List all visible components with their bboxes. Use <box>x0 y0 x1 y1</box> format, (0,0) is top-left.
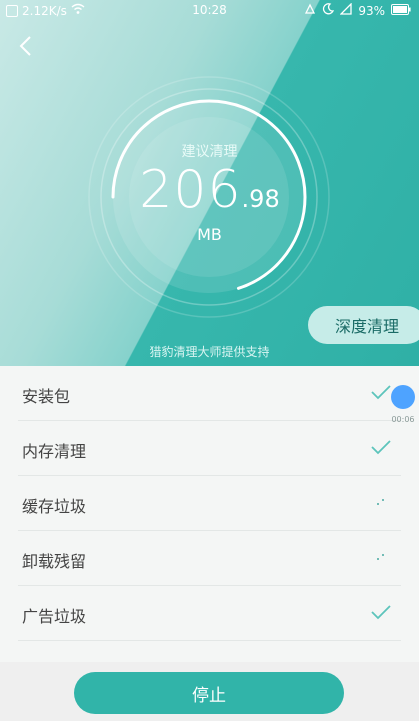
list-item[interactable]: 广告垃圾 <box>18 586 401 641</box>
item-label: 安装包 <box>22 387 71 406</box>
list-item[interactable]: 缓存垃圾 <box>18 476 401 531</box>
item-label: 广告垃圾 <box>22 607 87 626</box>
signal-icon <box>339 2 352 18</box>
record-dot-icon <box>391 385 415 409</box>
moon-icon <box>322 3 335 18</box>
junk-size-integer: 206 <box>139 160 242 220</box>
item-label: 内存清理 <box>22 442 87 461</box>
suggest-clean-label: 建议清理 <box>181 144 238 160</box>
back-arrow-icon <box>19 36 31 56</box>
battery-icon <box>391 3 411 18</box>
stop-button[interactable]: 停止 <box>74 672 344 714</box>
loading-spinner-icon <box>369 490 393 514</box>
item-label: 缓存垃圾 <box>22 497 87 516</box>
screen: 2.12K/s 10:28 93% 建议清理 206.98 MB 深度清理 猎豹… <box>0 0 419 721</box>
floating-timer: 00:06 <box>391 415 415 424</box>
check-icon <box>369 600 393 624</box>
junk-size-unit: MB <box>197 225 222 244</box>
item-label: 卸载残留 <box>22 552 87 571</box>
battery-percent: 93% <box>358 3 385 18</box>
check-icon <box>369 435 393 459</box>
junk-size: 206.98 <box>0 160 419 220</box>
hero-panel: 2.12K/s 10:28 93% 建议清理 206.98 MB 深度清理 猎豹… <box>0 0 419 366</box>
list-item[interactable]: 卸载残留 <box>18 531 401 586</box>
back-button[interactable] <box>14 34 38 58</box>
list-item[interactable]: 安装包 <box>18 366 401 421</box>
status-right: 93% <box>304 2 411 18</box>
scan-items-list: 安装包 内存清理 缓存垃圾 卸载残留 广告垃圾 <box>18 366 401 641</box>
status-bar: 2.12K/s 10:28 93% <box>0 0 419 22</box>
junk-size-decimal: .98 <box>241 185 280 213</box>
floating-timer-bubble[interactable]: 00:06 <box>389 385 417 425</box>
support-text: 猎豹清理大师提供支持 <box>149 345 270 359</box>
loading-spinner-icon <box>369 545 393 569</box>
list-item[interactable]: 内存清理 <box>18 421 401 476</box>
alarm-icon <box>304 3 316 18</box>
deep-clean-button[interactable]: 深度清理 <box>308 306 419 344</box>
